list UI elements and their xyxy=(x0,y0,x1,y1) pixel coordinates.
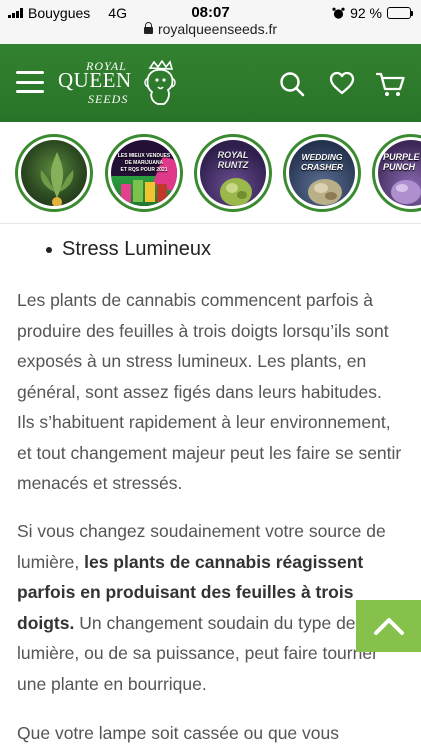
url-bar[interactable]: royalqueenseeds.fr xyxy=(0,21,421,37)
logo-line-queen: QUEEN xyxy=(58,68,132,92)
royal-queen-seeds-logo[interactable]: ROYAL QUEEN SEEDS xyxy=(58,58,178,110)
strain-item-3[interactable]: ROYAL RUNTZ xyxy=(194,134,272,212)
strain-item-5[interactable]: PURPLE PUNCH xyxy=(372,134,421,212)
strain-label-4a: WEDDING xyxy=(301,152,343,162)
section-heading: Stress Lumineux xyxy=(46,238,211,261)
strain-label-5a: PURPLE xyxy=(383,152,420,162)
cart-icon[interactable] xyxy=(376,72,406,98)
paragraph-2: Si vous changez soudainement votre sourc… xyxy=(17,516,402,699)
strain-image xyxy=(21,140,87,206)
bud-image xyxy=(220,178,252,206)
bud-image xyxy=(391,180,421,204)
battery-percent: 92 % xyxy=(350,5,382,21)
bullet-dot xyxy=(46,247,52,253)
strain-image: WEDDING CRASHER xyxy=(289,140,355,206)
lion-icon xyxy=(144,60,176,105)
logo-line-seeds: SEEDS xyxy=(88,92,129,106)
strain-image: PURPLE PUNCH xyxy=(378,140,421,206)
seed-packs-image xyxy=(121,180,167,202)
bud-image xyxy=(308,179,342,205)
paragraph-3: Que votre lampe soit cassée ou que vous xyxy=(17,723,339,743)
strain-label-3a: ROYAL xyxy=(217,150,249,160)
url-domain: royalqueenseeds.fr xyxy=(157,21,278,37)
strain-image: ROYAL RUNTZ xyxy=(200,140,266,206)
strain-label-3b: RUNTZ xyxy=(217,160,249,170)
strain-label-4b: CRASHER xyxy=(300,162,344,172)
chevron-up-icon xyxy=(373,618,404,635)
status-bar: Bouygues 4G 08:07 92 % royalqueenseeds.f… xyxy=(0,0,421,44)
strain-label-2c: ET RQS POUR 2021 xyxy=(120,167,168,173)
strain-item-1[interactable] xyxy=(15,134,93,212)
paragraph-1: Les plants de cannabis commencent parfoi… xyxy=(17,290,402,493)
alarm-icon xyxy=(332,7,345,19)
lock-icon xyxy=(143,22,153,34)
site-header: ROYAL QUEEN SEEDS xyxy=(0,44,421,122)
strain-label-2b: DE MARIJUANA xyxy=(124,160,164,166)
scroll-to-top-button[interactable] xyxy=(356,600,421,652)
heart-icon[interactable] xyxy=(329,71,355,95)
strain-label-2a: LES MIEUX VENDUES xyxy=(117,153,171,159)
search-icon[interactable] xyxy=(279,71,305,97)
plant-image xyxy=(40,152,74,206)
section-heading-text: Stress Lumineux xyxy=(62,238,211,260)
battery-icon xyxy=(387,7,413,19)
strain-image: LES MIEUX VENDUES DE MARIJUANA ET RQS PO… xyxy=(111,140,177,206)
strain-item-2[interactable]: LES MIEUX VENDUES DE MARIJUANA ET RQS PO… xyxy=(105,134,183,212)
strain-label-5b: PUNCH xyxy=(383,162,416,172)
battery-info: 92 % xyxy=(332,5,413,21)
menu-icon[interactable] xyxy=(16,71,44,93)
strain-carousel[interactable]: LES MIEUX VENDUES DE MARIJUANA ET RQS PO… xyxy=(0,122,421,224)
strain-item-4[interactable]: WEDDING CRASHER xyxy=(283,134,361,212)
